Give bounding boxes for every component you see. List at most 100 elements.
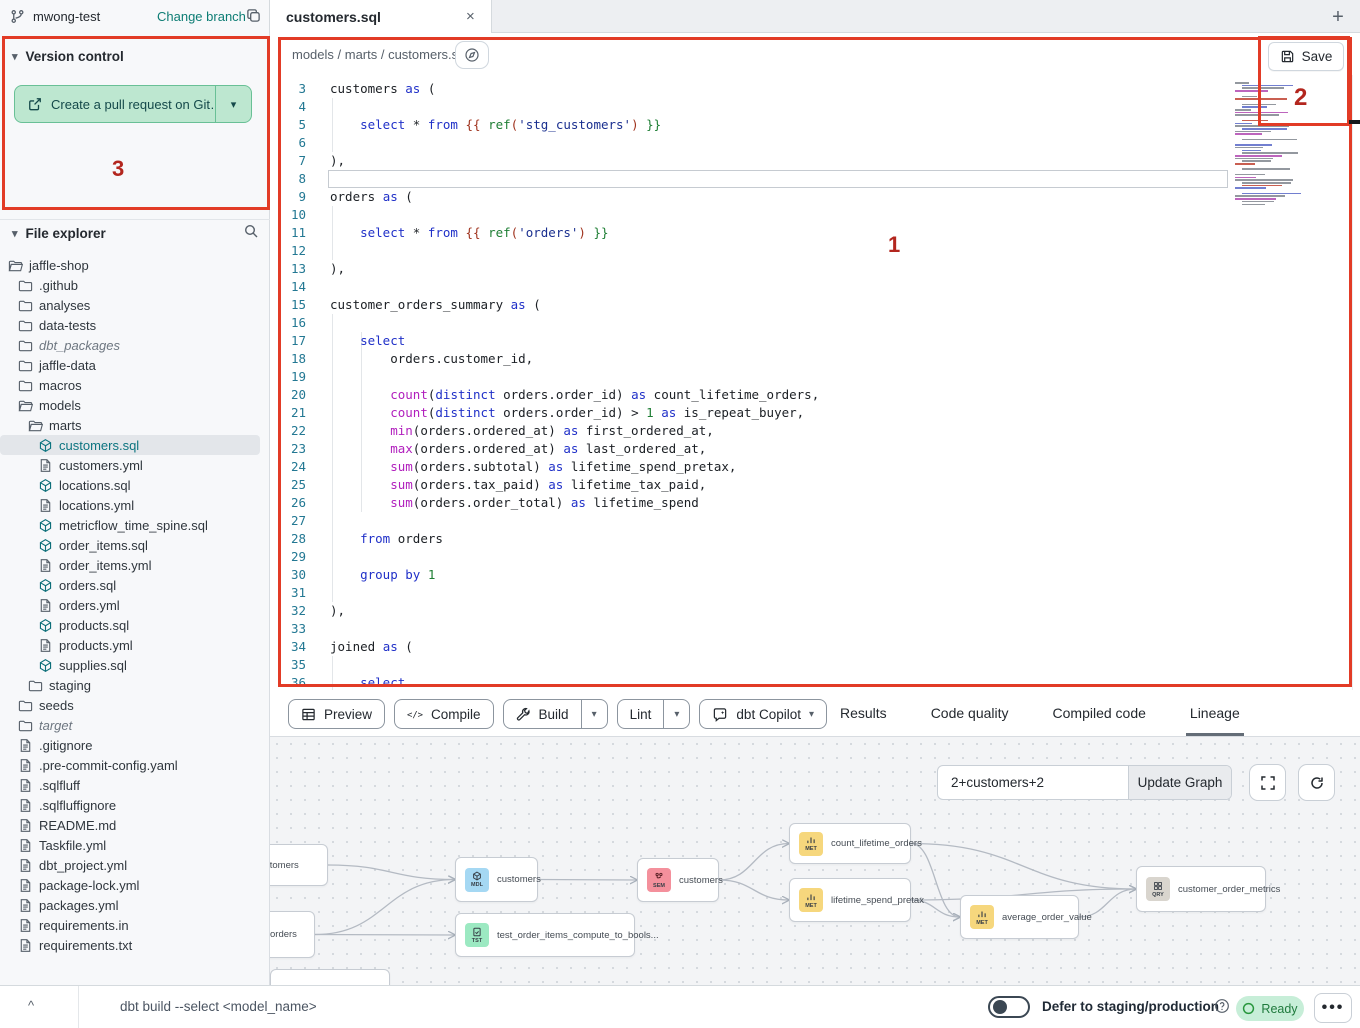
file-item-macros[interactable]: macros xyxy=(0,375,270,395)
code-line-20[interactable]: 20 count(distinct orders.order_id) as co… xyxy=(270,386,1230,404)
dbt-copilot-button[interactable]: dbt Copilot▾ xyxy=(699,699,827,729)
code-line-9[interactable]: 9orders as ( xyxy=(270,188,1230,206)
defer-toggle[interactable] xyxy=(988,996,1030,1018)
code-line-11[interactable]: 11 select * from {{ ref('orders') }} xyxy=(270,224,1230,242)
file-item-orders.sql[interactable]: orders.sql xyxy=(0,575,270,595)
code-line-5[interactable]: 5 select * from {{ ref('stg_customers') … xyxy=(270,116,1230,134)
lineage-node-partial_bottom[interactable] xyxy=(270,969,390,985)
update-graph-button[interactable]: Update Graph xyxy=(1128,766,1231,799)
file-item-customers.sql[interactable]: customers.sql xyxy=(0,435,260,455)
file-item-metricflow_time_spine.sql[interactable]: metricflow_time_spine.sql xyxy=(0,515,270,535)
tab-lineage[interactable]: Lineage xyxy=(1190,690,1240,736)
file-item-.sqlfluff[interactable]: .sqlfluff xyxy=(0,775,270,795)
code-line-26[interactable]: 26 sum(orders.order_total) as lifetime_s… xyxy=(270,494,1230,512)
file-item-order_items.sql[interactable]: order_items.sql xyxy=(0,535,270,555)
code-line-16[interactable]: 16 xyxy=(270,314,1230,332)
code-line-8[interactable]: 8 xyxy=(270,170,1230,188)
lineage-node-average_order_value[interactable]: METaverage_order_value xyxy=(960,895,1079,939)
file-item-package-lock.yml[interactable]: package-lock.yml xyxy=(0,875,270,895)
preview-button[interactable]: Preview xyxy=(288,699,385,729)
file-explorer-header[interactable]: ▾ File explorer xyxy=(0,226,270,241)
code-line-22[interactable]: 22 min(orders.ordered_at) as first_order… xyxy=(270,422,1230,440)
tab-close-icon[interactable]: × xyxy=(466,8,475,25)
copy-icon[interactable] xyxy=(246,8,261,23)
file-item-customers.yml[interactable]: customers.yml xyxy=(0,455,270,475)
file-item-products.yml[interactable]: products.yml xyxy=(0,635,270,655)
file-item-products.sql[interactable]: products.sql xyxy=(0,615,270,635)
file-item-data-tests[interactable]: data-tests xyxy=(0,315,270,335)
code-line-19[interactable]: 19 xyxy=(270,368,1230,386)
lineage-node-orders[interactable]: orders xyxy=(270,911,315,958)
file-item-jaffle-shop[interactable]: jaffle-shop xyxy=(0,255,270,275)
file-item-staging[interactable]: staging xyxy=(0,675,270,695)
code-line-33[interactable]: 33 xyxy=(270,620,1230,638)
file-item-README.md[interactable]: README.md xyxy=(0,815,270,835)
code-line-3[interactable]: 3customers as ( xyxy=(270,80,1230,98)
file-item-analyses[interactable]: analyses xyxy=(0,295,270,315)
new-tab-button[interactable]: + xyxy=(1324,3,1352,31)
code-line-17[interactable]: 17 select xyxy=(270,332,1230,350)
code-line-30[interactable]: 30 group by 1 xyxy=(270,566,1230,584)
code-line-12[interactable]: 12 xyxy=(270,242,1230,260)
more-options-button[interactable]: ••• xyxy=(1314,993,1352,1023)
refresh-button[interactable] xyxy=(1298,764,1335,801)
code-line-4[interactable]: 4 xyxy=(270,98,1230,116)
help-icon[interactable] xyxy=(1214,998,1230,1014)
version-control-header[interactable]: ▾ Version control xyxy=(0,49,270,64)
file-item-Taskfile.yml[interactable]: Taskfile.yml xyxy=(0,835,270,855)
code-line-13[interactable]: 13), xyxy=(270,260,1230,278)
tab-code-quality[interactable]: Code quality xyxy=(931,690,1009,736)
code-line-34[interactable]: 34joined as ( xyxy=(270,638,1230,656)
file-item-dbt_project.yml[interactable]: dbt_project.yml xyxy=(0,855,270,875)
pr-dropdown-chevron[interactable]: ▾ xyxy=(215,86,251,122)
file-item-.github[interactable]: .github xyxy=(0,275,270,295)
file-item-.gitignore[interactable]: .gitignore xyxy=(0,735,270,755)
file-item-order_items.yml[interactable]: order_items.yml xyxy=(0,555,270,575)
build-button[interactable]: Build▾ xyxy=(503,699,608,729)
code-line-24[interactable]: 24 sum(orders.subtotal) as lifetime_spen… xyxy=(270,458,1230,476)
file-item-jaffle-data[interactable]: jaffle-data xyxy=(0,355,270,375)
lineage-node-customer_order_metrics[interactable]: QRYcustomer_order_metrics xyxy=(1136,866,1266,912)
tab-compiled-code[interactable]: Compiled code xyxy=(1053,690,1146,736)
file-item-dbt_packages[interactable]: dbt_packages xyxy=(0,335,270,355)
code-line-31[interactable]: 31 xyxy=(270,584,1230,602)
code-line-27[interactable]: 27 xyxy=(270,512,1230,530)
code-line-36[interactable]: 36 select xyxy=(270,674,1230,690)
status-badge[interactable]: Ready xyxy=(1236,996,1304,1021)
file-item-models[interactable]: models xyxy=(0,395,270,415)
lineage-node-test_order_items[interactable]: TSTtest_order_items_compute_to_bools... xyxy=(455,913,635,957)
lineage-node-count_lifetime_orders[interactable]: METcount_lifetime_orders xyxy=(789,823,911,864)
lineage-node-customers_sem[interactable]: SEMcustomers xyxy=(637,858,719,902)
code-editor[interactable]: 23customers as (45 select * from {{ ref(… xyxy=(270,75,1360,690)
code-line-18[interactable]: 18 orders.customer_id, xyxy=(270,350,1230,368)
file-item-marts[interactable]: marts xyxy=(0,415,270,435)
file-item-.pre-commit-config.yaml[interactable]: .pre-commit-config.yaml xyxy=(0,755,270,775)
code-line-7[interactable]: 7), xyxy=(270,152,1230,170)
file-item-seeds[interactable]: seeds xyxy=(0,695,270,715)
code-line-15[interactable]: 15customer_orders_summary as ( xyxy=(270,296,1230,314)
chevron-down-icon[interactable]: ▾ xyxy=(663,700,689,728)
save-button[interactable]: Save xyxy=(1268,42,1344,71)
file-item-.sqlfluffignore[interactable]: .sqlfluffignore xyxy=(0,795,270,815)
lineage-node-lifetime_spend_pretax[interactable]: METlifetime_spend_pretax xyxy=(789,878,911,922)
code-line-21[interactable]: 21 count(distinct orders.order_id) > 1 a… xyxy=(270,404,1230,422)
file-item-packages.yml[interactable]: packages.yml xyxy=(0,895,270,915)
file-item-locations.yml[interactable]: locations.yml xyxy=(0,495,270,515)
lineage-node-customers_mdl[interactable]: MDLcustomers xyxy=(455,857,538,902)
file-item-requirements.in[interactable]: requirements.in xyxy=(0,915,270,935)
create-pull-request-button[interactable]: Create a pull request on Git… ▾ xyxy=(14,85,252,123)
file-item-supplies.sql[interactable]: supplies.sql xyxy=(0,655,270,675)
file-item-requirements.txt[interactable]: requirements.txt xyxy=(0,935,270,955)
lint-button[interactable]: Lint▾ xyxy=(617,699,691,729)
code-line-23[interactable]: 23 max(orders.ordered_at) as last_ordere… xyxy=(270,440,1230,458)
compile-button[interactable]: </>Compile xyxy=(394,699,494,729)
code-line-14[interactable]: 14 xyxy=(270,278,1230,296)
fullscreen-button[interactable] xyxy=(1249,764,1286,801)
code-line-28[interactable]: 28 from orders xyxy=(270,530,1230,548)
search-icon[interactable] xyxy=(243,223,259,239)
code-line-32[interactable]: 32), xyxy=(270,602,1230,620)
command-input[interactable]: dbt build --select <model_name> xyxy=(120,999,317,1014)
chevron-down-icon[interactable]: ▾ xyxy=(581,700,607,728)
tab-customers-sql[interactable]: customers.sql × xyxy=(270,0,492,34)
file-item-orders.yml[interactable]: orders.yml xyxy=(0,595,270,615)
